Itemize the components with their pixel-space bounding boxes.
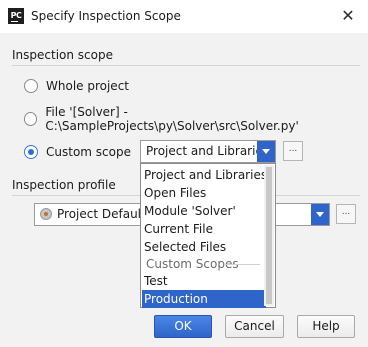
inspection-profile-value: Project Default — [57, 207, 146, 221]
dropdown-option[interactable]: Current File — [142, 220, 266, 238]
group-divider — [226, 264, 260, 265]
whole-project-label: Whole project — [46, 79, 129, 93]
radio-circle-icon — [24, 79, 38, 93]
radio-checked-icon — [24, 145, 38, 159]
scrollbar-thumb[interactable] — [266, 167, 272, 304]
dropdown-option[interactable]: Module 'Solver' — [142, 202, 266, 220]
radio-circle-icon — [24, 112, 38, 126]
profile-gear-icon — [40, 208, 52, 220]
cancel-button[interactable]: Cancel — [225, 315, 284, 338]
dropdown-option[interactable]: Open Files — [142, 184, 266, 202]
inspection-profile-heading: Inspection profile — [12, 178, 116, 192]
profile-browse-button[interactable]: ... — [336, 204, 356, 224]
group-header-label: Custom Scopes — [146, 257, 239, 271]
chevron-down-icon[interactable] — [311, 204, 329, 225]
current-file-radio[interactable]: File '[Solver] - C:\SampleProjects\py\So… — [24, 105, 368, 133]
dropdown-option[interactable]: Selected Files — [142, 238, 266, 256]
scope-dropdown-list: Project and Libraries Open Files Module … — [140, 163, 276, 308]
dropdown-option-selected[interactable]: Production — [142, 290, 266, 308]
inspection-scope-heading: Inspection scope — [12, 48, 113, 62]
help-button[interactable]: Help — [297, 315, 355, 338]
custom-scope-select[interactable]: Project and Libraries — [140, 140, 276, 163]
ok-button[interactable]: OK — [154, 315, 212, 338]
dialog-title: Specify Inspection Scope — [31, 9, 181, 23]
current-file-label: File '[Solver] - C:\SampleProjects\py\So… — [45, 105, 299, 133]
custom-scope-label: Custom scope — [46, 145, 131, 159]
custom-scope-radio[interactable]: Custom scope — [24, 143, 131, 161]
custom-scope-browse-button[interactable]: ... — [283, 141, 303, 161]
dropdown-option[interactable]: Test — [142, 272, 266, 290]
pycharm-logo-icon: PC — [8, 8, 24, 24]
custom-scope-value: Project and Libraries — [146, 144, 270, 158]
chevron-down-icon[interactable] — [257, 141, 275, 162]
scope-separator — [12, 65, 360, 66]
dropdown-group-header: Custom Scopes — [142, 256, 264, 272]
close-icon[interactable]: ✕ — [336, 4, 360, 28]
dropdown-scrollbar[interactable] — [264, 165, 274, 306]
dropdown-option[interactable]: Project and Libraries — [142, 166, 267, 184]
whole-project-radio[interactable]: Whole project — [24, 77, 129, 95]
title-bar: PC Specify Inspection Scope ✕ — [0, 0, 368, 33]
